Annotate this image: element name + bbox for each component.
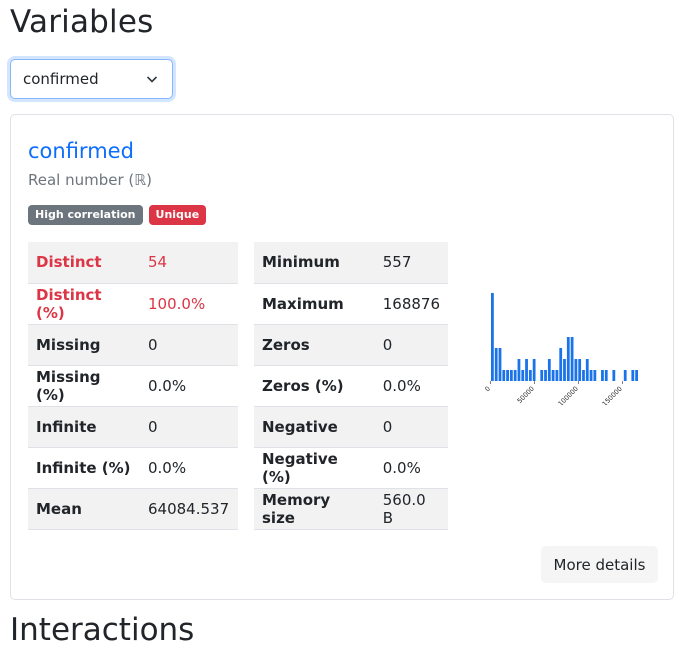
histogram-bar — [491, 293, 494, 381]
stat-value: 0 — [374, 324, 448, 366]
histogram-bar — [547, 359, 551, 381]
histogram-bar — [555, 370, 559, 381]
variable-select-value: confirmed — [23, 70, 99, 88]
histogram-bar — [494, 348, 498, 381]
stat-label: Negative — [254, 406, 375, 448]
x-tick-label: 50000 — [516, 385, 536, 405]
stats-table-right: Minimum 557 Maximum 168876 Zeros 0 Zeros (%) 0.… — [254, 242, 448, 530]
stat-label: Distinct — [28, 242, 140, 284]
x-tick-label: 100000 — [557, 385, 580, 405]
histogram-bar — [513, 370, 517, 381]
histogram-bar — [585, 359, 589, 381]
stat-label: Infinite — [28, 406, 140, 448]
histogram-bar — [604, 370, 608, 381]
stat-value: 0 — [140, 406, 238, 448]
unique-badge[interactable]: Unique — [148, 205, 207, 225]
histogram-bar — [593, 370, 597, 381]
stat-label: Memory size — [254, 488, 375, 530]
stat-label: Mean — [28, 488, 140, 530]
stat-row: Memory size 560.0 B — [254, 488, 448, 530]
stat-value: 0.0% — [374, 365, 448, 407]
stat-row: Infinite 0 — [28, 406, 238, 448]
stat-value: 54 — [140, 242, 238, 284]
stat-row: Missing (%) 0.0% — [28, 365, 238, 407]
stat-label: Missing — [28, 324, 140, 366]
stat-row: Distinct 54 — [28, 242, 238, 284]
histogram-bar — [566, 337, 570, 381]
stat-label: Infinite (%) — [28, 447, 140, 489]
stat-row: Mean 64084.537 — [28, 488, 238, 530]
histogram-chart: 0 50000 100000 150000 — [483, 293, 638, 405]
histogram-bar — [502, 370, 506, 381]
interactions-heading: Interactions — [10, 612, 195, 648]
high-correlation-badge[interactable]: High correlation — [28, 205, 143, 225]
stat-value: 0.0% — [140, 365, 238, 407]
chevron-down-icon — [146, 76, 158, 83]
stat-row: Infinite (%) 0.0% — [28, 447, 238, 489]
histogram-bar — [631, 370, 635, 381]
histogram-bar — [563, 359, 566, 381]
stat-value: 0.0% — [374, 447, 448, 489]
histogram-bar — [509, 370, 513, 381]
variable-select[interactable]: confirmed — [10, 59, 173, 99]
stat-value: 0 — [374, 406, 448, 448]
stat-value: 168876 — [374, 283, 448, 325]
x-tick-label: 150000 — [601, 385, 624, 405]
stat-value: 0.0% — [140, 447, 238, 489]
histogram-bar — [521, 370, 525, 381]
stat-row: Missing 0 — [28, 324, 238, 366]
histogram-bar — [525, 359, 528, 381]
stat-label: Zeros — [254, 324, 375, 366]
histogram-bar — [517, 359, 521, 381]
histogram-bar — [570, 337, 574, 381]
x-tick-label: 0 — [483, 385, 492, 394]
stat-row: Distinct (%) 100.0% — [28, 283, 238, 325]
histogram-bar — [623, 370, 627, 381]
histogram-bar — [559, 348, 563, 381]
stat-label: Maximum — [254, 283, 375, 325]
histogram-bar — [506, 370, 509, 381]
histogram-bar — [589, 370, 593, 381]
histogram-bar — [578, 359, 582, 381]
stat-row: Maximum 168876 — [254, 283, 448, 325]
histogram-bar — [528, 370, 532, 381]
badge-group: High correlation Unique — [28, 205, 207, 225]
more-details-button[interactable]: More details — [541, 546, 658, 583]
histogram-bar — [498, 348, 502, 381]
stat-value: 64084.537 — [140, 488, 238, 530]
stat-label: Distinct (%) — [28, 283, 140, 325]
stat-label: Missing (%) — [28, 365, 140, 407]
histogram-bar — [544, 370, 547, 381]
stat-label: Negative (%) — [254, 447, 375, 489]
stats-table-left: Distinct 54 Distinct (%) 100.0% Missing 0 Miss… — [28, 242, 238, 530]
stat-row: Zeros 0 — [254, 324, 448, 366]
stat-row: Negative (%) 0.0% — [254, 447, 448, 489]
stat-label: Zeros (%) — [254, 365, 375, 407]
histogram-bar — [574, 359, 578, 381]
stat-row: Minimum 557 — [254, 242, 448, 284]
page-title: Variables — [10, 4, 154, 40]
stat-value: 557 — [374, 242, 448, 284]
stat-label: Minimum — [254, 242, 375, 284]
stat-value: 560.0 B — [374, 488, 448, 530]
histogram-bar — [540, 370, 544, 381]
stat-value: 100.0% — [140, 283, 238, 325]
stat-value: 0 — [140, 324, 238, 366]
stat-row: Zeros (%) 0.0% — [254, 365, 448, 407]
variable-type: Real number (ℝ) — [28, 171, 152, 189]
stat-row: Negative 0 — [254, 406, 448, 448]
histogram-bar — [601, 370, 604, 381]
histogram-bar — [551, 370, 555, 381]
histogram-bar — [532, 359, 536, 381]
histogram-bar — [582, 370, 585, 381]
variable-card: confirmed Real number (ℝ) High correlati… — [10, 114, 674, 600]
variable-name-link[interactable]: confirmed — [28, 139, 134, 163]
histogram-bar — [635, 370, 638, 381]
histogram-bar — [612, 370, 616, 381]
